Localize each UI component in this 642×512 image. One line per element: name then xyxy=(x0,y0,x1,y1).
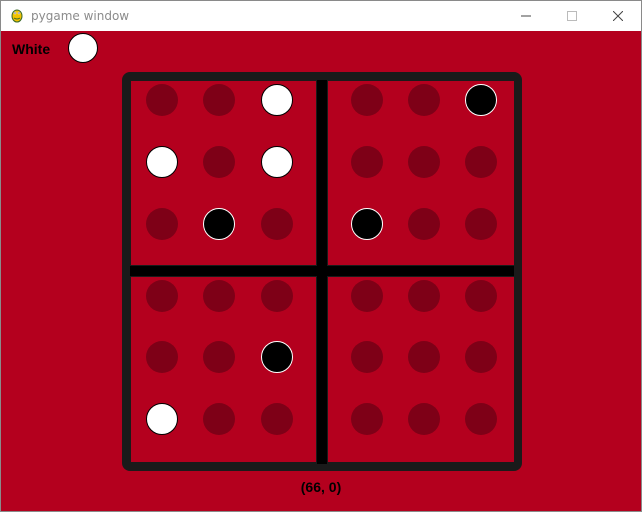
black-stone[interactable] xyxy=(465,84,497,116)
minimize-button[interactable] xyxy=(503,1,549,31)
empty-hole[interactable] xyxy=(146,84,178,116)
game-canvas[interactable]: White (66, 0) xyxy=(1,31,641,511)
empty-hole[interactable] xyxy=(146,208,178,240)
white-stone[interactable] xyxy=(146,146,178,178)
empty-hole[interactable] xyxy=(261,280,293,312)
empty-hole[interactable] xyxy=(465,146,497,178)
white-stone[interactable] xyxy=(261,146,293,178)
empty-hole[interactable] xyxy=(351,84,383,116)
empty-hole[interactable] xyxy=(408,403,440,435)
close-icon xyxy=(613,11,623,21)
maximize-button[interactable] xyxy=(549,1,595,31)
empty-hole[interactable] xyxy=(146,280,178,312)
black-stone[interactable] xyxy=(203,208,235,240)
game-window: pygame window White (66, 0) xyxy=(0,0,642,512)
empty-hole[interactable] xyxy=(351,341,383,373)
empty-hole[interactable] xyxy=(465,280,497,312)
empty-hole[interactable] xyxy=(465,403,497,435)
pentago-board xyxy=(122,72,522,471)
cursor-coordinates: (66, 0) xyxy=(300,479,342,495)
empty-hole[interactable] xyxy=(408,280,440,312)
empty-hole[interactable] xyxy=(203,403,235,435)
empty-hole[interactable] xyxy=(261,208,293,240)
maximize-icon xyxy=(567,11,577,21)
horizontal-divider xyxy=(130,266,514,276)
empty-hole[interactable] xyxy=(203,146,235,178)
empty-hole[interactable] xyxy=(351,403,383,435)
empty-hole[interactable] xyxy=(351,146,383,178)
white-stone[interactable] xyxy=(146,403,178,435)
empty-hole[interactable] xyxy=(261,403,293,435)
empty-hole[interactable] xyxy=(408,84,440,116)
minimize-icon xyxy=(521,15,531,17)
close-button[interactable] xyxy=(595,1,641,31)
empty-hole[interactable] xyxy=(465,341,497,373)
empty-hole[interactable] xyxy=(351,280,383,312)
black-stone[interactable] xyxy=(351,208,383,240)
empty-hole[interactable] xyxy=(203,280,235,312)
empty-hole[interactable] xyxy=(203,341,235,373)
turn-indicator-stone xyxy=(68,33,98,63)
empty-hole[interactable] xyxy=(203,84,235,116)
empty-hole[interactable] xyxy=(465,208,497,240)
turn-label: White xyxy=(12,41,51,57)
window-title: pygame window xyxy=(31,9,130,23)
pygame-snake-icon xyxy=(11,9,23,23)
white-stone[interactable] xyxy=(261,84,293,116)
title-bar[interactable]: pygame window xyxy=(1,1,641,31)
empty-hole[interactable] xyxy=(146,341,178,373)
empty-hole[interactable] xyxy=(408,341,440,373)
black-stone[interactable] xyxy=(261,341,293,373)
empty-hole[interactable] xyxy=(408,146,440,178)
empty-hole[interactable] xyxy=(408,208,440,240)
